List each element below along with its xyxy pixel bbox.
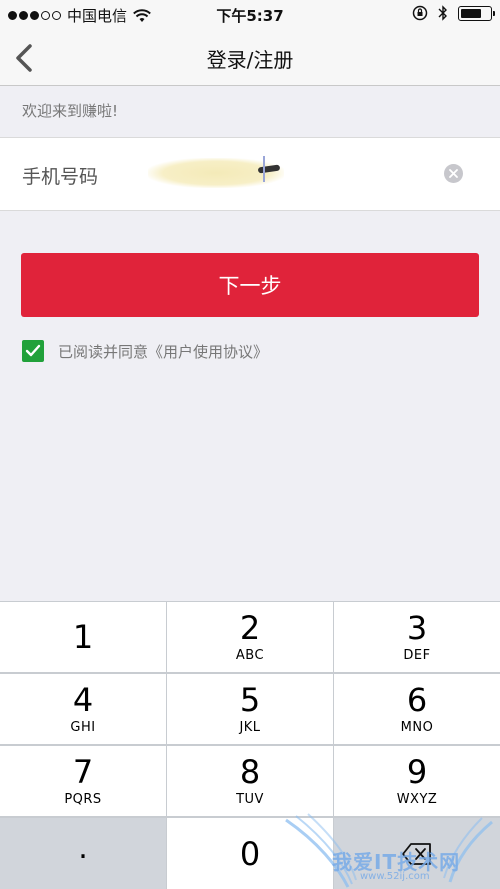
key-digit: 4 (72, 680, 94, 719)
key-5[interactable]: 5 JKL (167, 674, 333, 744)
key-letters: GHI (70, 719, 96, 735)
key-letters: DEF (403, 647, 431, 663)
key-3[interactable]: 3 DEF (334, 602, 500, 672)
close-icon (449, 169, 458, 178)
key-letters: MNO (400, 719, 434, 735)
bluetooth-icon (438, 5, 447, 21)
text-cursor (263, 156, 265, 182)
key-6[interactable]: 6 MNO (334, 674, 500, 744)
key-letters: PQRS (64, 791, 102, 807)
navigation-bar: 登录/注册 (0, 30, 500, 86)
key-digit: 1 (72, 618, 94, 656)
key-letters: ABC (235, 647, 265, 663)
key-0[interactable]: 0 (167, 818, 333, 889)
agreement-row: 已阅读并同意《用户使用协议》 (22, 340, 268, 362)
key-period[interactable]: . (0, 818, 166, 889)
key-4[interactable]: 4 GHI (0, 674, 166, 744)
phone-number-label: 手机号码 (22, 166, 99, 188)
key-digit: 0 (239, 834, 261, 873)
key-letters: WXYZ (396, 791, 438, 807)
welcome-message: 欢迎来到赚啦! (22, 102, 119, 120)
status-bar: 中国电信 下午5:37 (0, 0, 500, 30)
agreement-checkbox[interactable] (22, 340, 44, 362)
next-step-button[interactable]: 下一步 (21, 253, 479, 317)
key-digit: 5 (239, 680, 261, 719)
key-2[interactable]: 2 ABC (167, 602, 333, 672)
key-1[interactable]: 1 (0, 602, 166, 672)
watermark-url: www.52ij.com (360, 871, 430, 882)
key-digit: 7 (72, 752, 94, 791)
key-letters: TUV (236, 791, 264, 807)
page-title: 登录/注册 (206, 48, 294, 72)
key-digit: 8 (239, 752, 261, 791)
battery-icon (458, 5, 495, 21)
key-letters: JKL (239, 719, 261, 735)
clear-icon[interactable] (444, 164, 463, 183)
agreement-link[interactable]: 已阅读并同意《用户使用协议》 (58, 341, 268, 362)
key-digit: 9 (406, 752, 428, 791)
key-7[interactable]: 7 PQRS (0, 746, 166, 816)
rotation-lock-icon (412, 5, 428, 21)
key-8[interactable]: 8 TUV (167, 746, 333, 816)
key-digit: 6 (406, 680, 428, 719)
key-9[interactable]: 9 WXYZ (334, 746, 500, 816)
key-digit: 2 (239, 608, 261, 647)
key-digit: . (78, 830, 88, 866)
battery-level (461, 8, 481, 18)
key-digit: 3 (406, 608, 428, 647)
status-right (412, 5, 495, 21)
checkmark-icon (25, 344, 41, 357)
